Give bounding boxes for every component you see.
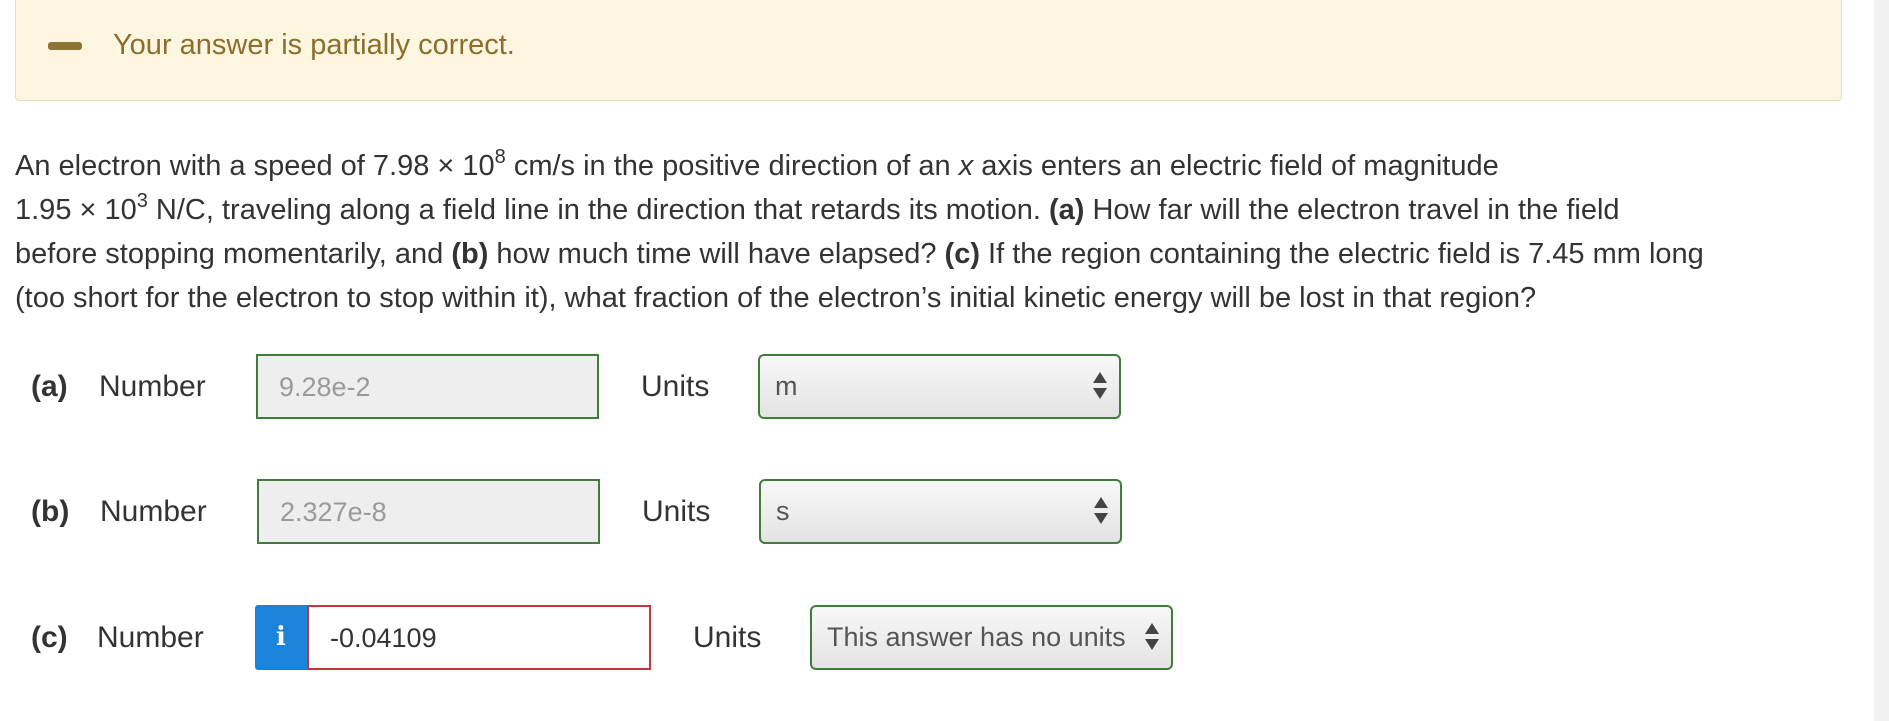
select-arrows-icon <box>1093 372 1107 402</box>
number-input-c[interactable]: -0.04109 <box>307 605 651 670</box>
part-label-c: (c) <box>31 621 68 654</box>
units-select-a[interactable]: m <box>758 354 1121 419</box>
number-label-a: Number <box>99 370 206 403</box>
feedback-message: Your answer is partially correct. <box>113 29 515 61</box>
minus-icon <box>48 42 82 50</box>
info-icon[interactable]: i <box>255 605 307 670</box>
units-select-a-value: m <box>775 371 798 401</box>
question-line-1: An electron with a speed of 7.98 × 108 c… <box>15 146 1499 182</box>
number-input-a[interactable]: 9.28e-2 <box>256 354 599 419</box>
units-label-c: Units <box>693 621 762 654</box>
question-line-2: 1.95 × 103 N/C, traveling along a field … <box>15 190 1620 226</box>
number-label-c: Number <box>97 621 204 654</box>
part-label-b: (b) <box>31 495 70 528</box>
question-line-3: before stopping momentarily, and (b) how… <box>15 238 1704 270</box>
units-select-c[interactable]: This answer has no units <box>810 605 1173 670</box>
feedback-banner: Your answer is partially correct. <box>15 0 1842 101</box>
select-arrows-icon <box>1094 497 1108 527</box>
number-label-b: Number <box>100 495 207 528</box>
part-label-a: (a) <box>31 370 68 403</box>
question-line-4: (too short for the electron to stop with… <box>15 282 1537 314</box>
units-label-a: Units <box>641 370 710 403</box>
number-input-b[interactable]: 2.327e-8 <box>257 479 600 544</box>
select-arrows-icon <box>1145 623 1159 653</box>
units-select-b-value: s <box>776 496 790 526</box>
units-select-c-value: This answer has no units <box>827 622 1126 652</box>
question-text: An electron with a speed of 7.98 × 108 c… <box>15 144 1860 320</box>
units-select-b[interactable]: s <box>759 479 1122 544</box>
units-label-b: Units <box>642 495 711 528</box>
page-scrollbar[interactable] <box>1874 0 1889 721</box>
